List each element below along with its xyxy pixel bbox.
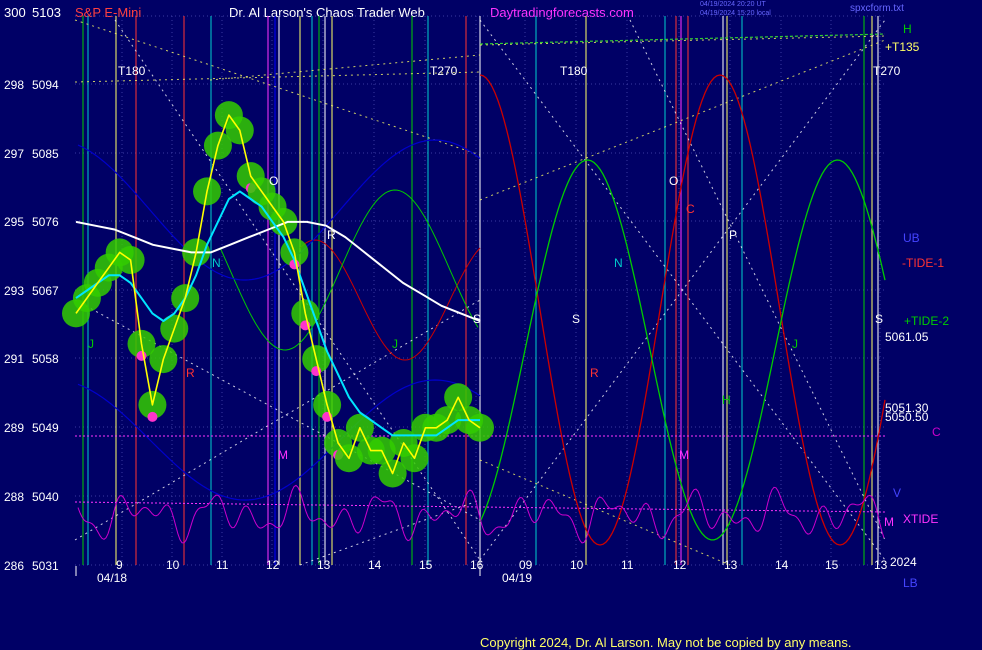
x-tick-label: 15 (825, 558, 839, 572)
chaos-diagonal (479, 459, 731, 566)
x-date-label: 04/19 (502, 571, 532, 585)
cycle-mark: T270 (430, 64, 458, 78)
y-tick-level: 289 (4, 421, 24, 435)
cycle-letter: M (278, 448, 288, 462)
cycle-letter: LB (903, 576, 918, 590)
cycle-letter: J (792, 337, 798, 351)
x-tick-label: 11 (621, 558, 634, 572)
cycle-letter: O (269, 174, 278, 188)
cycle-letter: S (875, 312, 883, 326)
chaos-chart: 300 5103 S&P E-Mini Dr. Al Larson's Chao… (0, 0, 982, 650)
y-tick-level: 288 (4, 490, 24, 504)
y-tick-price: 5094 (32, 78, 59, 92)
ma-short-line (75, 190, 480, 437)
chaos-diagonal (479, 19, 886, 561)
y-tick-level: 298 (4, 78, 24, 92)
x-tick-label: 12 (673, 558, 687, 572)
x-tick-label: 14 (775, 558, 789, 572)
y-tick-level: 286 (4, 559, 24, 573)
cycle-letter: J (392, 337, 398, 351)
y-tick-price: 5031 (32, 559, 59, 573)
x-tick-label: 10 (570, 558, 584, 572)
y-tick-price: 5049 (32, 421, 59, 435)
plus-tide-2 (479, 159, 886, 541)
chaos-diagonal (629, 19, 886, 541)
cycle-letter: S (572, 312, 580, 326)
chaos-diagonal (479, 39, 886, 201)
cycle-letter: R (590, 366, 599, 380)
y-tick-level: 291 (4, 352, 24, 366)
cycle-letter: C (686, 202, 695, 216)
x-date-label: 04/18 (97, 571, 127, 585)
tide-label: XTIDE (903, 512, 938, 526)
cycle-letter: N (614, 256, 623, 270)
y-tick-price: 5067 (32, 284, 59, 298)
cycle-letter: O (669, 174, 678, 188)
chart-labels: T180 T270 T180 T270+T135JRMNORJS SNROCPMHJSU… (88, 22, 949, 590)
y-tick-price: 5058 (32, 352, 59, 366)
x-tick-label: 11 (216, 558, 229, 572)
cycle-letter: R (327, 228, 336, 242)
tide-label: +TIDE-2 (904, 314, 949, 328)
signal-dots (62, 101, 494, 488)
cycle-mark: +T135 (885, 40, 920, 54)
cycle-letter: P (729, 228, 737, 242)
y-tick-price: 5076 (32, 215, 59, 229)
y-tick-level: 293 (4, 284, 24, 298)
x-tick-label: 14 (368, 558, 382, 572)
cycle-letter: R (186, 366, 195, 380)
chaos-diagonal (299, 499, 481, 566)
x-tick-label: 16 (470, 558, 484, 572)
x-tick-label: 9 (116, 558, 123, 572)
x-tick-label: 12 (266, 558, 280, 572)
x-tick-label: 10 (166, 558, 180, 572)
forecast-lines (77, 74, 886, 546)
cycle-letter: J (88, 337, 94, 351)
cycle-mark: T270 (873, 64, 901, 78)
year-label: 2024 (890, 555, 917, 569)
chaos-diagonal (479, 35, 886, 46)
cycle-letter: S (473, 312, 481, 326)
y-tick-level: 297 (4, 147, 24, 161)
y-tick-price: 5040 (32, 490, 59, 504)
cycle-letter: M (884, 515, 894, 529)
cycle-mark: T180 (560, 64, 588, 78)
cycle-letter: C (932, 425, 941, 439)
cycle-letter: H (903, 22, 912, 36)
price-marker: 5050.50 (885, 410, 929, 424)
cycle-letter: V (893, 486, 901, 500)
plus-tide-1-history (219, 189, 479, 351)
x-tick-label: 13 (317, 558, 331, 572)
minus-tide-1 (479, 74, 886, 546)
x-tick-label: 09 (519, 558, 533, 572)
cycle-mark: T180 (118, 64, 146, 78)
copyright-footer: Copyright 2024, Dr. Al Larson. May not b… (480, 635, 852, 650)
tide-label: -TIDE-1 (902, 256, 944, 270)
cycle-letter: M (679, 448, 689, 462)
cycle-letter: H (722, 393, 731, 407)
chart-canvas: T180 T270 T180 T270+T135JRMNORJS SNROCPMHJSU… (4, 15, 949, 590)
price-marker: 5061.05 (885, 330, 929, 344)
signal-dot-bear (147, 411, 158, 422)
x-tick-label: 13 (724, 558, 738, 572)
x-tick-label: 15 (419, 558, 433, 572)
upper-band-line (479, 33, 886, 45)
x-tick-label: 13 (874, 558, 888, 572)
cycle-letter: UB (903, 231, 920, 245)
y-tick-level: 295 (4, 215, 24, 229)
y-tick-price: 5085 (32, 147, 59, 161)
xtide-oscillator (77, 484, 885, 544)
cycle-letter: N (212, 256, 221, 270)
